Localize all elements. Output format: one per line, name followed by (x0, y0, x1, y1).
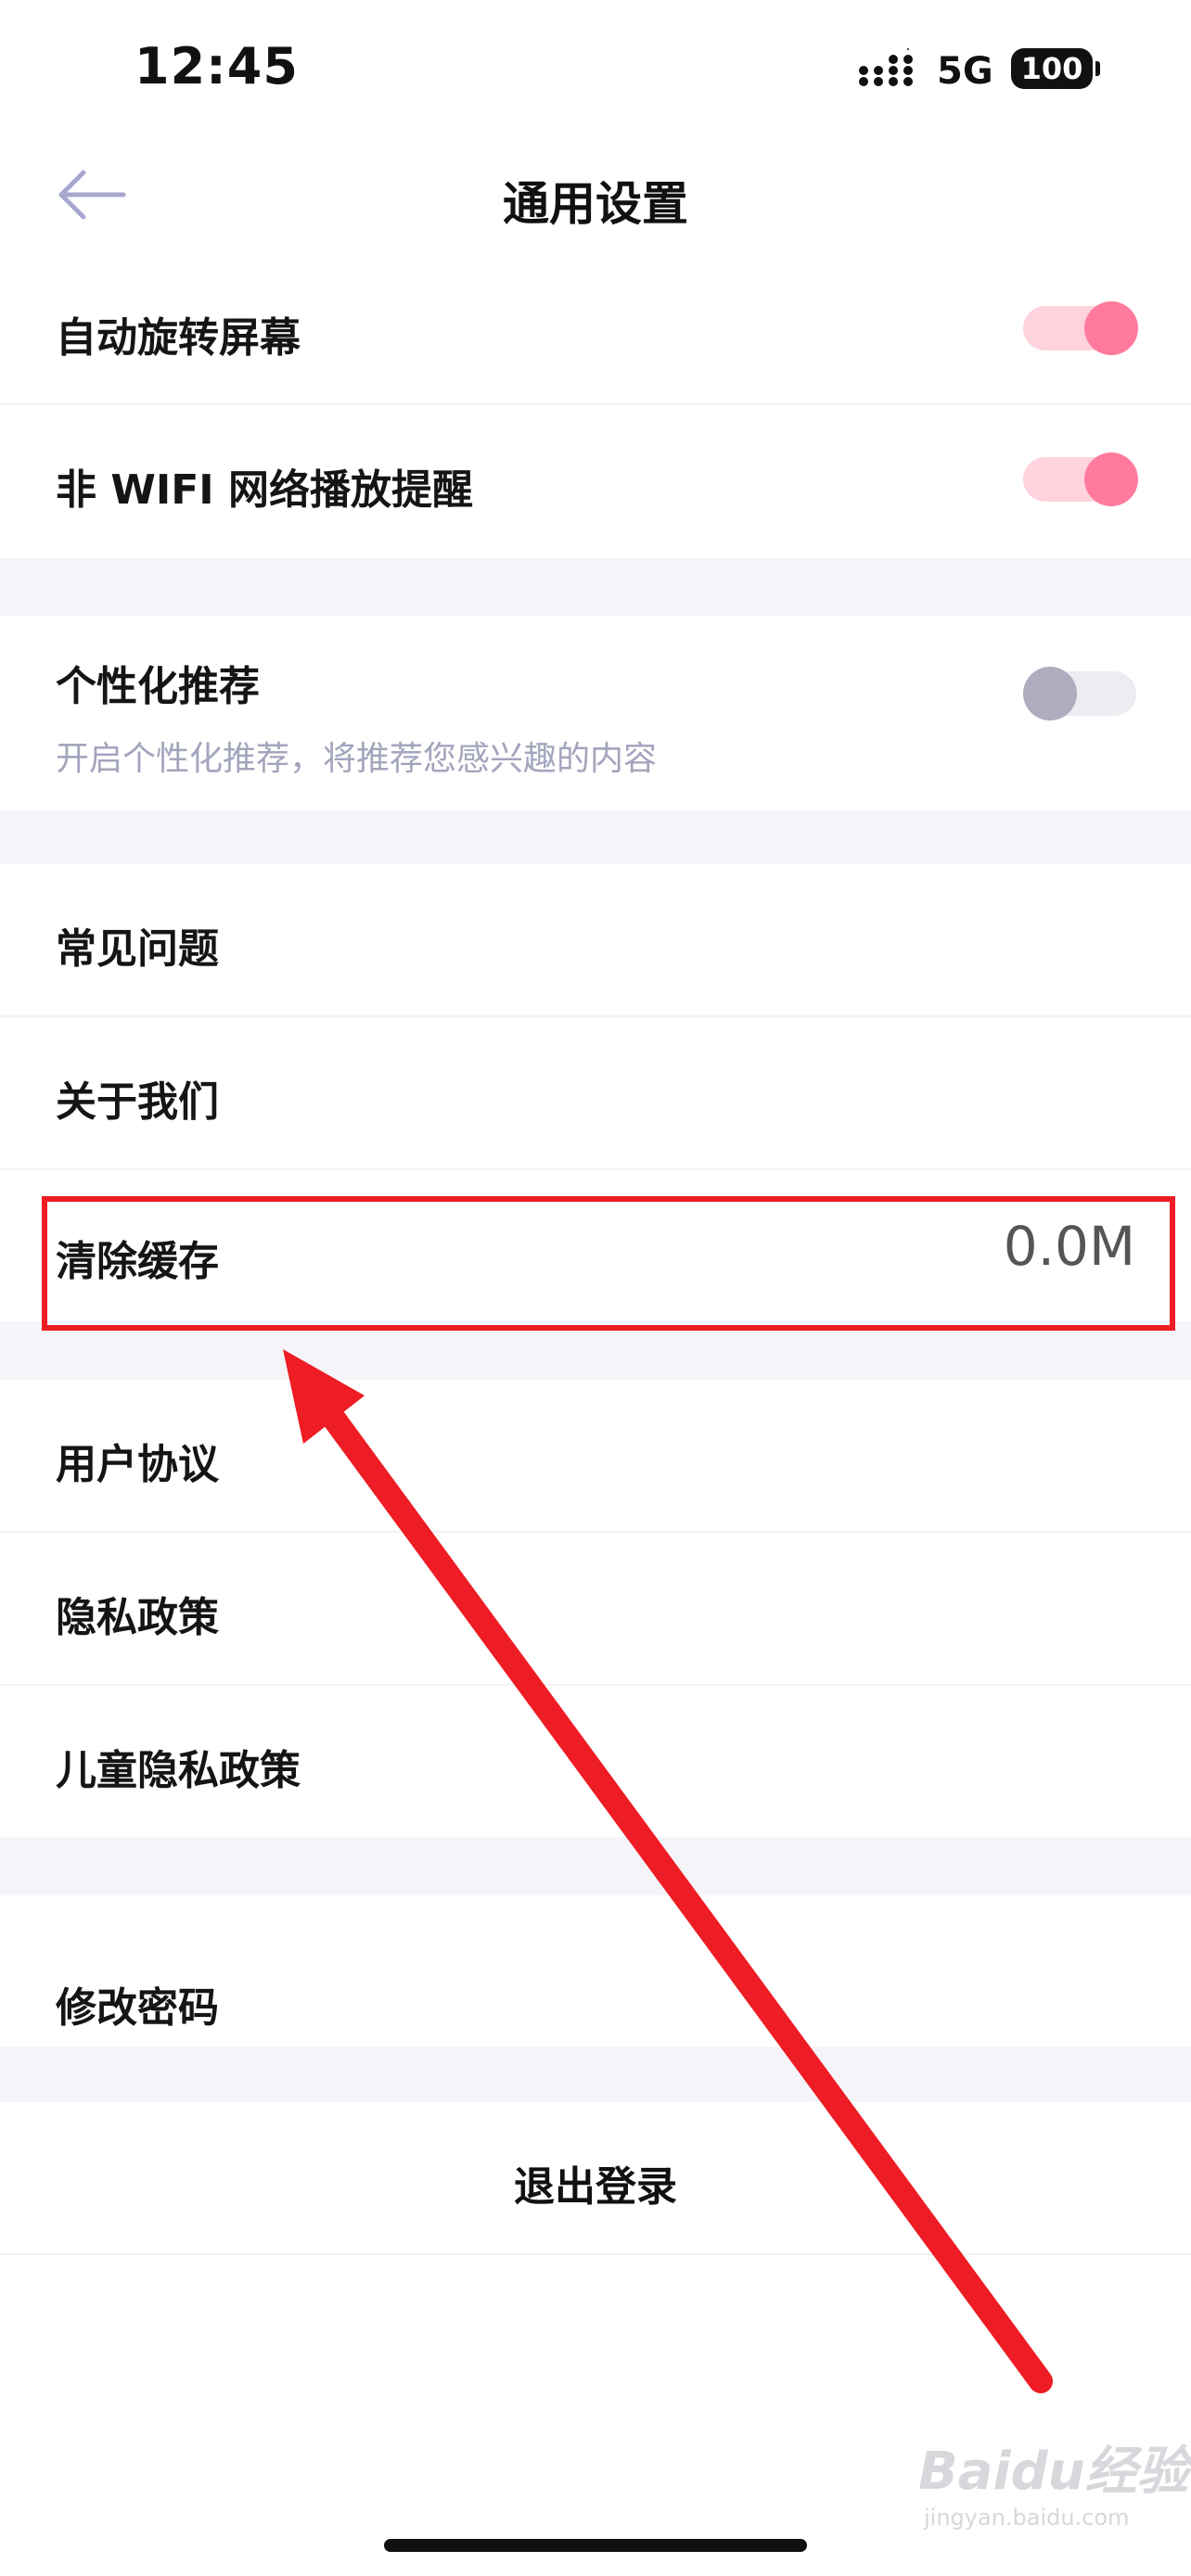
setting-label: 用户协议 (56, 1441, 219, 1488)
logout-label: 退出登录 (514, 2163, 677, 2211)
watermark-main: Baidu经验 (918, 2442, 1189, 2502)
watermark-sub: jingyan.baidu.com (924, 2505, 1130, 2531)
nav-bar: 通用设置 (0, 139, 1191, 250)
battery-tip (1095, 61, 1100, 76)
toggle-knob (1023, 667, 1077, 721)
setting-label: 常见问题 (56, 925, 219, 973)
setting-label: 个性化推荐 (56, 663, 260, 710)
setting-label: 隐私政策 (56, 1594, 219, 1641)
home-indicator[interactable] (384, 2539, 807, 2552)
signal-icon (859, 48, 913, 86)
divider (0, 2253, 1191, 2255)
setting-label: 修改密码 (56, 1984, 219, 2032)
network-type: 5G (937, 50, 993, 93)
section-gap (0, 1837, 1191, 1895)
section-gap (0, 2047, 1191, 2102)
annotation-highlight-box (42, 1196, 1175, 1331)
setting-privacy-policy[interactable]: 隐私政策 (0, 1533, 1191, 1684)
auto-rotate-toggle[interactable] (1023, 301, 1138, 355)
watermark-logo: Baidu经验 jingyan.baidu.com (918, 2429, 1189, 2531)
setting-child-privacy[interactable]: 儿童隐私政策 (0, 1686, 1191, 1837)
setting-non-wifi-alert: 非 WIFI 网络播放提醒 (0, 405, 1191, 558)
setting-label: 儿童隐私政策 (56, 1747, 301, 1794)
section-gap (0, 810, 1191, 864)
setting-description: 开启个性化推荐，将推荐您感兴趣的内容 (56, 740, 658, 778)
setting-label: 自动旋转屏幕 (56, 314, 301, 362)
toggle-knob (1084, 301, 1138, 355)
section-gap (0, 558, 1191, 616)
setting-label: 关于我们 (56, 1078, 219, 1126)
setting-personalized: 个性化推荐 开启个性化推荐，将推荐您感兴趣的内容 (0, 616, 1191, 810)
toggle-knob (1084, 453, 1138, 506)
logout-button[interactable]: 退出登录 (0, 2102, 1191, 2253)
page-title: 通用设置 (503, 177, 688, 231)
status-time: 12:45 (134, 37, 299, 96)
personalized-toggle[interactable] (1023, 667, 1136, 721)
setting-auto-rotate: 自动旋转屏幕 (0, 250, 1191, 403)
setting-change-password[interactable]: 修改密码 (0, 1895, 1191, 2047)
setting-about[interactable]: 关于我们 (0, 1017, 1191, 1168)
status-bar: 12:45 5G 100 (0, 0, 1191, 139)
battery-icon: 100 (1011, 48, 1093, 89)
setting-label: 非 WIFI 网络播放提醒 (56, 466, 473, 514)
setting-faq[interactable]: 常见问题 (0, 864, 1191, 1015)
non-wifi-alert-toggle[interactable] (1023, 453, 1138, 506)
setting-user-agreement[interactable]: 用户协议 (0, 1380, 1191, 1531)
